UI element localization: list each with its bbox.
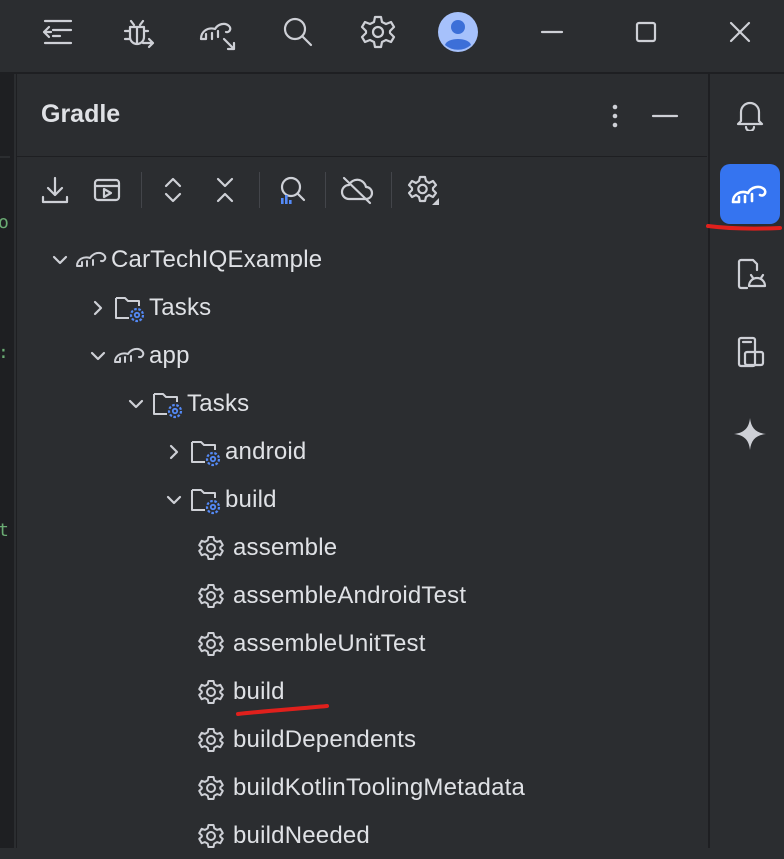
tree-item-label: app bbox=[149, 342, 190, 369]
download-sources-icon[interactable] bbox=[35, 170, 75, 210]
gradle-tool-icon[interactable] bbox=[720, 164, 780, 224]
gear-icon bbox=[197, 771, 233, 805]
offline-mode-icon[interactable] bbox=[337, 170, 377, 210]
main-menu-icon[interactable] bbox=[38, 12, 78, 52]
gear-icon bbox=[197, 627, 233, 661]
code-fragment: t bbox=[0, 520, 9, 541]
chevron-down-icon[interactable] bbox=[45, 245, 75, 275]
build-tool-settings-icon[interactable] bbox=[403, 170, 443, 210]
minimize-icon[interactable] bbox=[532, 12, 572, 52]
tree-item-label: assembleUnitTest bbox=[233, 630, 426, 657]
tree-folder-tasks[interactable]: Tasks bbox=[121, 381, 249, 427]
task-item-buildneeded[interactable]: buildNeeded bbox=[197, 813, 370, 859]
run-task-icon[interactable] bbox=[87, 170, 127, 210]
tree-module-app[interactable]: app bbox=[83, 333, 190, 379]
tree-item-label: buildKotlinToolingMetadata bbox=[233, 774, 526, 801]
debug-icon[interactable] bbox=[118, 12, 158, 52]
chevron-right-icon[interactable] bbox=[159, 437, 189, 467]
close-icon[interactable] bbox=[720, 12, 760, 52]
tree-item-label: assemble bbox=[233, 534, 338, 561]
task-folder-icon bbox=[189, 483, 225, 517]
tree-item-label: assembleAndroidTest bbox=[233, 582, 467, 609]
task-folder-icon bbox=[189, 435, 225, 469]
tree-item-label: CarTechIQExample bbox=[111, 246, 323, 273]
gradle-elephant-icon bbox=[113, 339, 149, 373]
code-fragment: o bbox=[0, 212, 9, 233]
hide-panel-icon[interactable] bbox=[647, 100, 683, 132]
settings-icon[interactable] bbox=[358, 12, 398, 52]
tree-item-label: Tasks bbox=[149, 294, 212, 321]
chevron-down-icon[interactable] bbox=[159, 485, 189, 515]
tree-item-label: Tasks bbox=[187, 390, 250, 417]
user-avatar[interactable] bbox=[438, 12, 478, 52]
chevron-right-icon[interactable] bbox=[83, 293, 113, 323]
toolbar-separator bbox=[259, 172, 260, 208]
task-item-assembleunittest[interactable]: assembleUnitTest bbox=[197, 621, 426, 667]
annotation-underline bbox=[236, 704, 329, 716]
tree-item-label: build bbox=[225, 486, 277, 513]
chevron-down-icon[interactable] bbox=[121, 389, 151, 419]
gear-icon bbox=[197, 531, 233, 565]
right-tool-strip bbox=[706, 74, 784, 848]
analyze-dependencies-icon[interactable] bbox=[271, 170, 311, 210]
title-bar bbox=[0, 0, 784, 74]
panel-header-divider bbox=[17, 156, 707, 157]
tree-folder-android[interactable]: android bbox=[159, 429, 306, 475]
task-item-assemble[interactable]: assemble bbox=[197, 525, 337, 571]
tree-item-label: android bbox=[225, 438, 307, 465]
task-item-builddependents[interactable]: buildDependents bbox=[197, 717, 416, 763]
tree-folder-tasks[interactable]: Tasks bbox=[83, 285, 211, 331]
gear-icon bbox=[197, 579, 233, 613]
editor-edge: o : t bbox=[0, 74, 14, 848]
gradle-elephant-icon bbox=[75, 243, 111, 277]
task-item-buildkotlintoolingmetadata[interactable]: buildKotlinToolingMetadata bbox=[197, 765, 525, 811]
gradle-tool-window: Gradle CarTechIQExample Tasks app Tasks … bbox=[16, 74, 707, 849]
tree-folder-build[interactable]: build bbox=[159, 477, 277, 523]
gemini-icon[interactable] bbox=[720, 404, 780, 464]
expand-all-icon[interactable] bbox=[153, 170, 193, 210]
maximize-icon[interactable] bbox=[626, 12, 666, 52]
tree-item-label: buildNeeded bbox=[233, 822, 370, 849]
device-manager-icon[interactable] bbox=[720, 244, 780, 304]
task-folder-icon bbox=[151, 387, 187, 421]
more-options-icon[interactable] bbox=[597, 100, 633, 132]
gear-icon bbox=[197, 675, 233, 709]
chevron-down-icon[interactable] bbox=[83, 341, 113, 371]
panel-title: Gradle bbox=[41, 100, 121, 128]
gradle-toolbar bbox=[17, 166, 707, 214]
tree-project-cartechiqexample[interactable]: CarTechIQExample bbox=[45, 237, 322, 283]
search-icon[interactable] bbox=[278, 12, 318, 52]
toolbar-separator bbox=[391, 172, 392, 208]
toolbar-separator bbox=[325, 172, 326, 208]
toolbar-separator bbox=[141, 172, 142, 208]
gradle-sync-icon[interactable] bbox=[198, 12, 238, 52]
tree-item-label: buildDependents bbox=[233, 726, 417, 753]
notifications-icon[interactable] bbox=[720, 84, 780, 144]
code-fragment: : bbox=[0, 342, 9, 363]
editor-tab-edge bbox=[0, 156, 10, 158]
running-devices-icon[interactable] bbox=[720, 322, 780, 382]
task-folder-icon bbox=[113, 291, 149, 325]
task-item-assembleandroidtest[interactable]: assembleAndroidTest bbox=[197, 573, 466, 619]
gear-icon bbox=[197, 723, 233, 757]
annotation-underline bbox=[706, 224, 782, 231]
collapse-all-icon[interactable] bbox=[205, 170, 245, 210]
